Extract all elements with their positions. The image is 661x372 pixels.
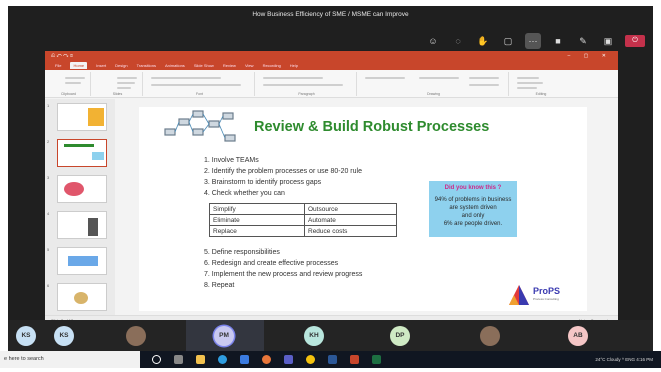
slide-title: Review & Build Robust Processes [254,119,490,135]
ribbon-group-slides: Slides [93,72,143,96]
share-icon[interactable]: ▢ [500,33,516,49]
table-cell: Reduce costs [304,225,397,237]
callout-question: Did you know this ? [444,185,502,191]
ribbon-group-editing: Editing [511,72,571,96]
leave-button[interactable]: ⏻ [625,35,645,47]
step-item: 8. Repeat [204,282,235,289]
table-row: Simplify Outsource [209,203,397,215]
ribbon-tab-recording[interactable]: Recording [263,63,281,68]
ribbon-tab-view[interactable]: View [245,63,254,68]
ribbon-tab-home[interactable]: Home [70,62,88,69]
camera-icon[interactable]: ■ [550,33,566,49]
ribbon-tab-review[interactable]: Review [223,63,236,68]
word-icon[interactable] [328,355,337,364]
step-item: 5. Define responsibilities [204,249,280,256]
ribbon-group-drawing: Drawing [359,72,509,96]
taskbar-search[interactable]: e here to search [0,351,140,368]
participant-avatar[interactable]: KH [304,326,324,346]
step-item: 4. Check whether you can [204,190,285,197]
step-item: 7. Implement the new process and review … [204,271,363,278]
teams-icon[interactable] [284,355,293,364]
participant-avatar[interactable] [480,326,500,346]
step-item: 1. Involve TEAMs [204,157,259,164]
steps-list-b: 5. Define responsibilities 6. Redesign a… [204,247,362,291]
steps-list-a: 1. Involve TEAMs 2. Identify the problem… [204,155,362,199]
logo-name: ProPS [533,286,561,296]
slide-thumbnail[interactable] [57,283,107,311]
share-tray-icon[interactable]: ▣ [600,33,616,49]
meeting-title: How Business Efficiency of SME / MSME ca… [252,11,409,18]
callout-line: 94% of problems in business [434,197,512,203]
ribbon-tab-insert[interactable]: Insert [96,63,106,68]
participant-avatar[interactable]: AB [568,326,588,346]
slide-thumbnail[interactable] [57,247,107,275]
window-controls[interactable]: – ▢ ✕ [568,51,612,61]
slide-thumbnail[interactable] [57,211,107,239]
table-cell: Replace [209,225,305,237]
callout-line: are system driven [449,205,497,211]
ribbon-tab-file[interactable]: File [55,63,61,68]
table-row: Eliminate Automate [209,214,397,226]
meeting-toolbar: ☺ ◌ ✋ ▢ ⋯ ■ ✎ ▣ ⏻ [425,30,645,52]
mic-icon[interactable]: ✎ [575,33,591,49]
powerpoint-window: ⎌ ↶ ↷ ⊙ – ▢ ✕ File Home Insert Design Transi… [45,51,618,325]
windows-taskbar: e here to search 24°C Cloudy ^ ENG 4:16 … [0,351,661,368]
meeting-window: How Business Efficiency of SME / MSME ca… [8,6,653,358]
powerpoint-icon[interactable] [350,355,359,364]
cortana-icon[interactable] [152,355,161,364]
logo-subtitle: Process Consulting [533,297,559,301]
excel-icon[interactable] [372,355,381,364]
step-item: 2. Identify the problem processes or use… [204,168,362,175]
slide-thumbnail[interactable] [57,103,107,131]
ribbon-group-font: Font [145,72,255,96]
participant-avatar[interactable] [126,326,146,346]
table-cell: Outsource [304,203,397,215]
slide-thumbnail[interactable] [57,175,107,203]
table-cell: Simplify [209,203,305,215]
chrome-icon[interactable] [306,355,315,364]
ribbon-tab-design[interactable]: Design [115,63,127,68]
ribbon-tab-animations[interactable]: Animations [165,63,185,68]
edge-icon[interactable] [218,355,227,364]
ribbon-tab-slide-show[interactable]: Slide Show [194,63,214,68]
options-table: Simplify Outsource Eliminate Automate Re… [209,203,397,237]
ppt-titlebar: ⎌ ↶ ↷ ⊙ – ▢ ✕ [45,51,618,61]
ribbon-tab-transitions[interactable]: Transitions [137,63,156,68]
people-icon[interactable]: ☺ [425,33,441,49]
logo-triangle-icon [509,285,529,305]
store-icon[interactable] [240,355,249,364]
table-row: Replace Reduce costs [209,225,397,237]
step-item: 6. Redesign and create effective process… [204,260,339,267]
more-icon[interactable]: ⋯ [525,33,541,49]
ribbon-tab-help[interactable]: Help [290,63,298,68]
participant-avatar[interactable]: KS [54,326,74,346]
chat-icon[interactable]: ◌ [450,33,466,49]
task-view-icon[interactable] [174,355,183,364]
callout-line: and only [461,213,485,219]
reaction-icon[interactable]: ✋ [475,33,491,49]
system-tray[interactable]: 24°C Cloudy ^ ENG 4:16 PM [595,351,653,368]
ribbon-group-clipboard: Clipboard [47,72,91,96]
ribbon-group-paragraph: Paragraph [257,72,357,96]
participant-avatar[interactable]: DP [390,326,410,346]
participant-avatar[interactable]: KS [16,326,36,346]
slide-thumbnail-selected[interactable] [57,139,107,167]
table-cell: Eliminate [209,214,305,226]
slide-canvas[interactable]: Review & Build Robust Processes 1. Invol… [139,107,587,311]
participant-avatar[interactable]: PM [214,326,234,346]
callout-line: 6% are people driven. [443,221,503,227]
process-flow-image [164,110,236,142]
step-item: 3. Brainstorm to identify process gaps [204,179,322,186]
props-logo: ProPS Process Consulting [507,283,577,309]
quick-access-icons[interactable]: ⎌ ↶ ↷ ⊙ [51,51,73,61]
firefox-icon[interactable] [262,355,271,364]
ribbon-tabs: File Home Insert Design Transitions Animation… [45,61,618,70]
table-cell: Automate [304,214,397,226]
ribbon: Clipboard Slides Font Paragraph Drawing … [45,70,618,98]
slide-thumbnails: 1 2 3 4 5 6 [45,99,115,315]
did-you-know-callout: Did you know this ? 94% of problems in b… [429,181,517,237]
file-explorer-icon[interactable] [196,355,205,364]
